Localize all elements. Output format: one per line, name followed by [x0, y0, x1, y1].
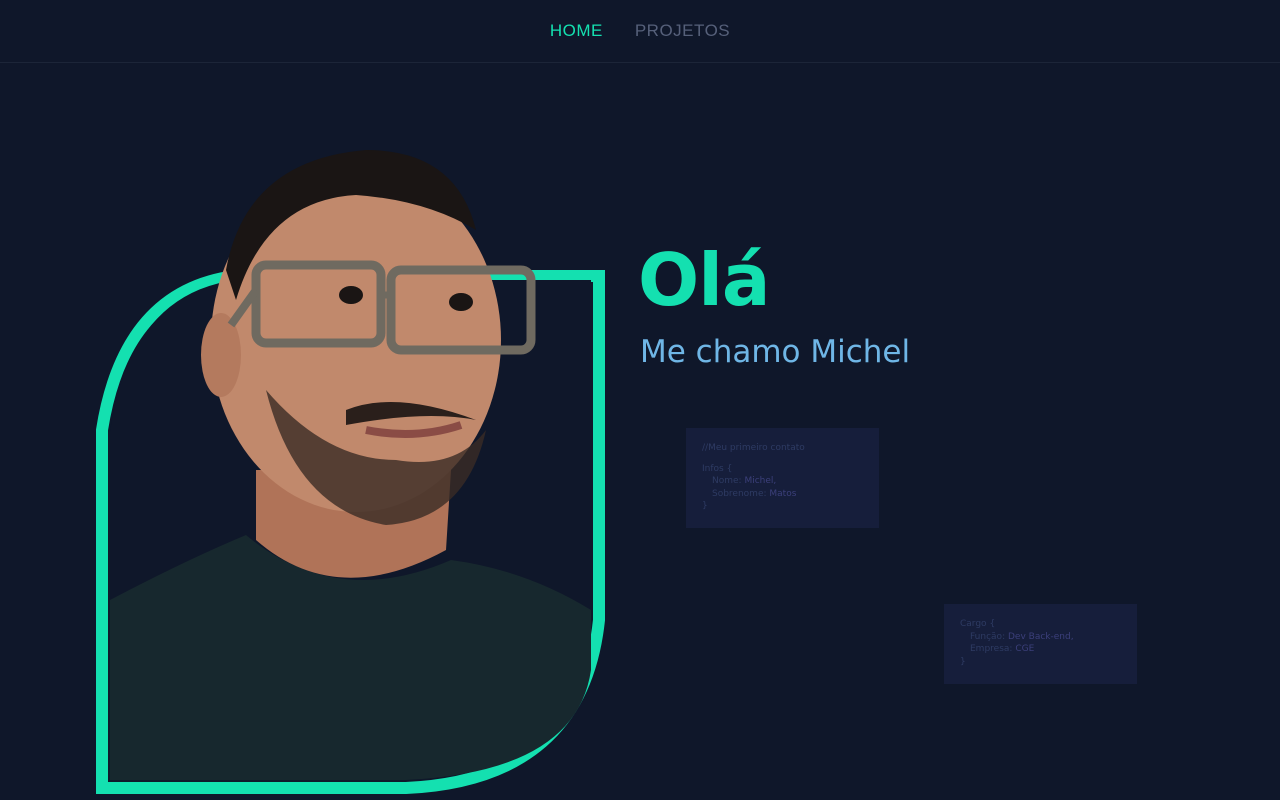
- hero-title: Olá: [638, 238, 770, 322]
- hero-subtitle: Me chamo Michel: [640, 334, 911, 370]
- code-object-line: Infos {: [702, 463, 733, 474]
- code-field-row: Nome: Michel,: [712, 476, 777, 486]
- code-close-brace: }: [960, 656, 966, 667]
- code-field-row: Função: Dev Back-end,: [970, 631, 1074, 642]
- code-card-infos: //Meu primeiro contato Infos { Nome: Mic…: [686, 428, 879, 528]
- profile-portrait-illustration: [96, 150, 605, 794]
- code-object-line: Cargo {: [960, 619, 996, 629]
- code-field-row: Sobrenome: Matos: [712, 488, 797, 499]
- code-card-cargo: Cargo { Função: Dev Back-end, Empresa: C…: [944, 604, 1137, 684]
- code-close-brace: }: [702, 501, 708, 511]
- nav-projects-link[interactable]: PROJETOS: [635, 21, 730, 41]
- code-comment: //Meu primeiro contato: [702, 443, 805, 453]
- top-nav: HOME PROJETOS: [0, 0, 1280, 63]
- nav-home-link[interactable]: HOME: [550, 21, 603, 41]
- code-field-row: Empresa: CGE: [970, 644, 1035, 654]
- profile-photo: [96, 140, 616, 800]
